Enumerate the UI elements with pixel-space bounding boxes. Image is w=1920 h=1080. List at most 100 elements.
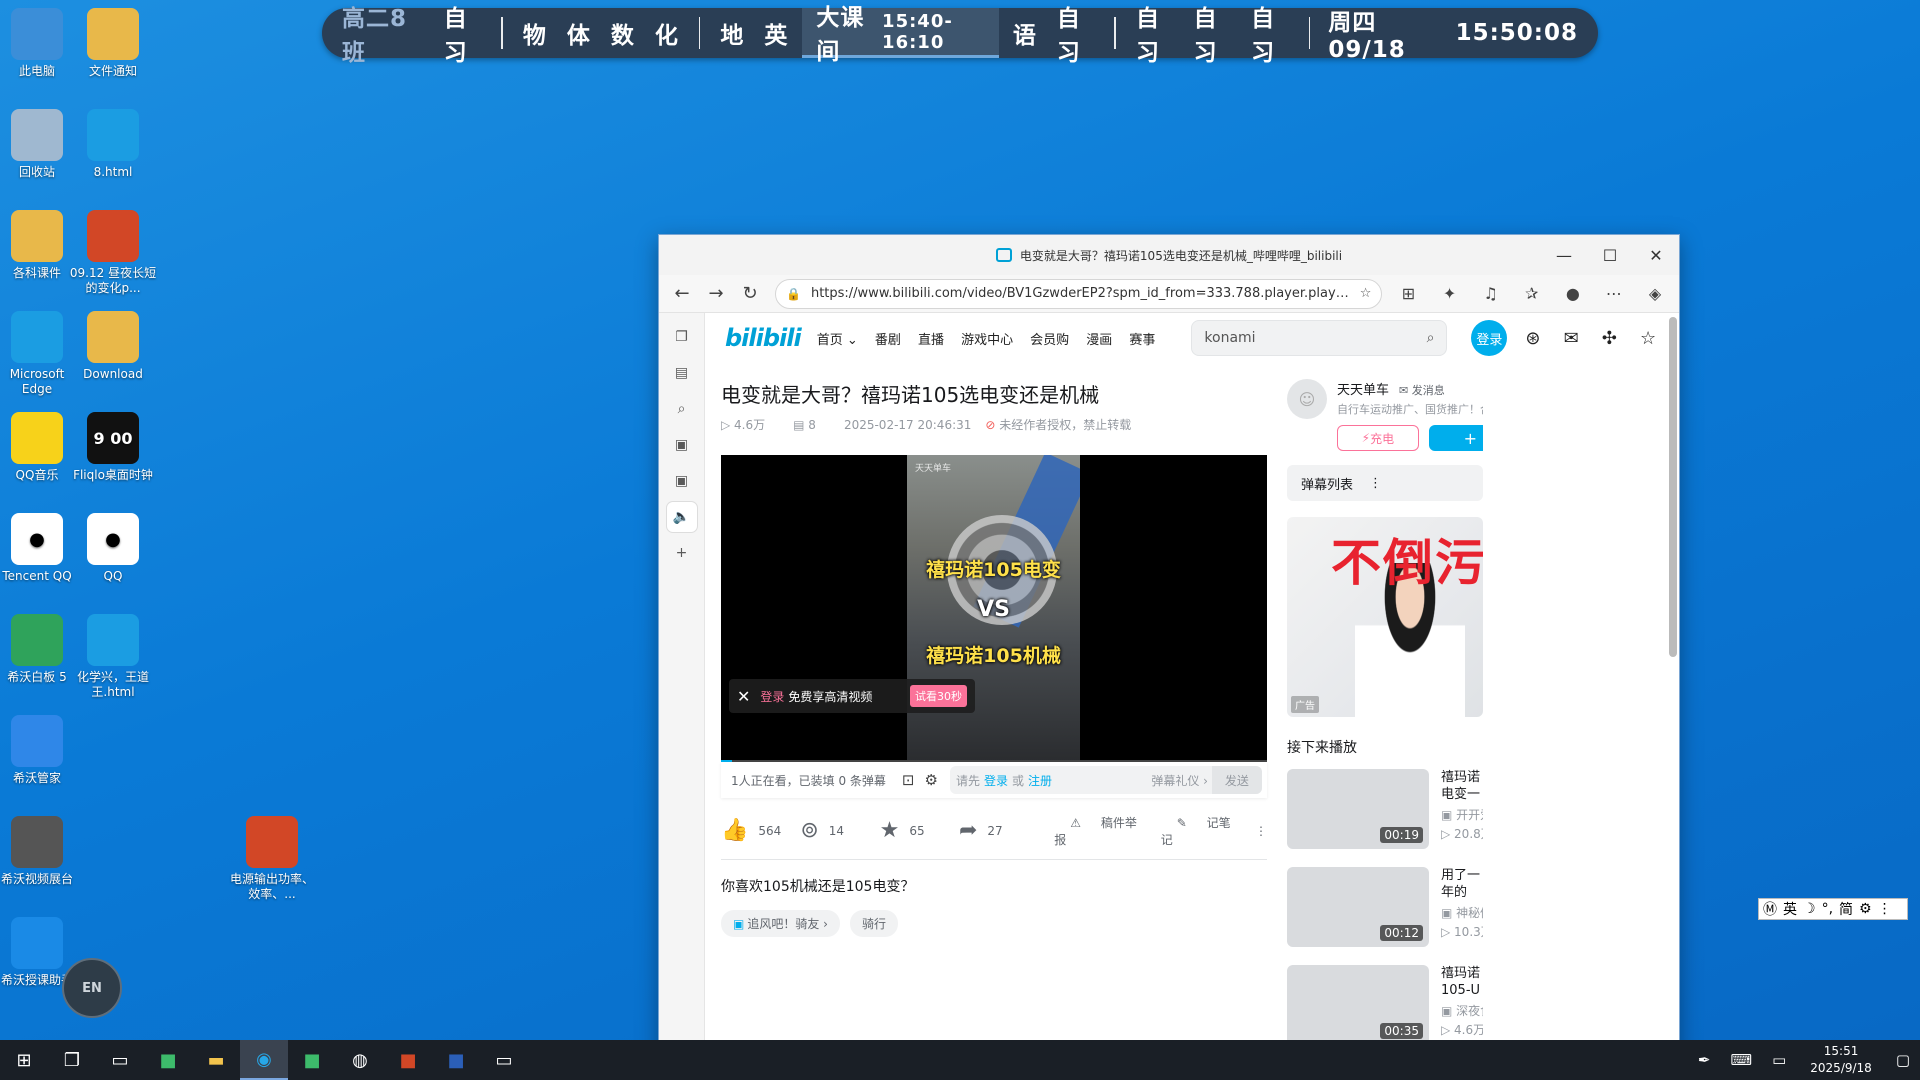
recommended-title[interactable]: 用了一年的1(废 (1441, 867, 1483, 901)
desktop-icon[interactable]: Download (69, 311, 157, 382)
word-app-icon[interactable]: ■ (432, 1040, 480, 1080)
copilot-icon[interactable]: ◈ (1637, 284, 1673, 303)
desktop-icon[interactable]: 09.12 昼夜长短的变化p... (69, 210, 157, 296)
start-windows-icon[interactable]: ⊞ (0, 1040, 48, 1080)
ime-more-icon[interactable]: ⋮ (1878, 901, 1892, 917)
page-scrollbar[interactable] (1669, 317, 1677, 657)
note-button[interactable]: ✎ 记笔记 (1161, 814, 1239, 848)
file-explorer-icon[interactable]: ▬ (192, 1040, 240, 1080)
tag-cycling[interactable]: 骑行 (849, 910, 898, 937)
pen-icon[interactable]: ✒ (1698, 1051, 1711, 1069)
profile-avatar-icon[interactable]: ● (1555, 284, 1591, 303)
more-menu-icon[interactable]: ⋯ (1596, 284, 1632, 303)
recommended-video[interactable]: 00:19 禧玛诺电变一 ▣ 开开爱玩车 ▷ 20.8万 (1287, 769, 1483, 849)
uploader-avatar[interactable]: ☺ (1287, 379, 1327, 419)
browser-title-bar[interactable]: 电变就是大哥？禧玛诺105选电变还是机械_哔哩哔哩_bilibili — ☐ ✕ (659, 235, 1679, 275)
progress-bar[interactable] (721, 760, 1267, 762)
recommended-title[interactable]: 禧玛诺电变一 (1441, 769, 1483, 803)
desktop-icon[interactable]: 希沃管家 (0, 715, 81, 786)
nav-esports[interactable]: 赛事 (1129, 333, 1155, 348)
ime-settings-icon[interactable]: ⚙ (1859, 901, 1872, 917)
video-thumbnail[interactable]: 00:35 (1287, 965, 1429, 1045)
recommended-video[interactable]: 00:35 禧玛诺105-U对比 ▣ 深夜食堂小 ▷ 4.6万 (1287, 965, 1483, 1045)
more-actions-icon[interactable]: ⋮ (1255, 824, 1267, 838)
speaker-icon[interactable]: 🔈 (666, 502, 697, 532)
easinote-app-icon-2[interactable]: ■ (288, 1040, 336, 1080)
danmaku-etiquette-link[interactable]: 弹幕礼仪 › (1151, 772, 1208, 789)
ime-moon-icon[interactable]: ☽ (1803, 901, 1816, 917)
camera-app-icon[interactable]: ▭ (96, 1040, 144, 1080)
close-button[interactable]: ✕ (1633, 235, 1679, 275)
favorites-icon[interactable]: ✰ (1514, 284, 1550, 303)
video-thumbnail[interactable]: 00:12 (1287, 867, 1429, 947)
favorite-star-icon[interactable]: ☆ (1360, 286, 1372, 301)
desktop-icon[interactable]: 化学兴，王道王.html (69, 614, 157, 700)
nav-live[interactable]: 直播 (918, 333, 944, 348)
add-sidebar-icon[interactable]: + (667, 538, 697, 568)
notification-icon[interactable]: ▢ (1896, 1051, 1910, 1069)
send-message-link[interactable]: ✉ 发消息 (1399, 384, 1445, 397)
address-bar[interactable]: 🔒 https://www.bilibili.com/video/BV1Gzwd… (775, 278, 1383, 309)
task-view-icon[interactable]: ❐ (48, 1040, 96, 1080)
nav-manga[interactable]: 漫画 (1086, 333, 1112, 348)
recommended-video[interactable]: 00:12 用了一年的1(废 ▣ 神秘修车员 ▷ 10.3万 (1287, 867, 1483, 947)
bilibili-logo[interactable]: bilibili (725, 324, 802, 352)
danmaku-toggle-icon[interactable]: ⊡ (902, 771, 915, 789)
back-icon[interactable]: ← (665, 279, 699, 309)
lock-icon[interactable]: 🔒 (786, 287, 801, 301)
uploader-name[interactable]: 天天单车 (1337, 383, 1389, 398)
message-icon[interactable]: ✉ (1564, 328, 1579, 349)
danmaku-settings-icon[interactable]: ⚙ (924, 771, 937, 789)
recommended-title[interactable]: 禧玛诺105-U对比 (1441, 965, 1483, 999)
camera-app-icon-2[interactable]: ▭ (480, 1040, 528, 1080)
video-player[interactable]: 天天单车 禧玛诺105电变 VS 禧玛诺105机械 ✕ 登录 免费享高清视频 试… (721, 455, 1267, 762)
qq-app-icon[interactable]: ◍ (336, 1040, 384, 1080)
send-danmaku-button[interactable]: 发送 (1211, 766, 1262, 794)
favorites-header-icon[interactable]: ☆ (1640, 328, 1656, 349)
bilibili-tv-icon-2[interactable]: ▣ (667, 466, 697, 496)
search-sidebar-icon[interactable]: ⌕ (667, 394, 697, 424)
bilibili-tv-icon[interactable]: ▣ (667, 430, 697, 460)
ime-punct-icon[interactable]: °, (1822, 901, 1833, 917)
danmaku-list-more-icon[interactable]: ⋮ (1369, 476, 1382, 491)
coin-button[interactable]: ⊚ 14 (800, 818, 879, 843)
danmaku-login-link[interactable]: 登录 (984, 772, 1008, 789)
desktop-icon[interactable]: 9 00 Fliqlo桌面时钟 (69, 412, 157, 483)
charge-button[interactable]: ⚡ 充电 (1337, 425, 1419, 451)
touch-keyboard-icon[interactable]: ⌨ (1730, 1051, 1752, 1069)
nav-anime[interactable]: 番剧 (875, 333, 901, 348)
easinote-app-icon[interactable]: ■ (144, 1040, 192, 1080)
desktop-icon[interactable]: 8.html (69, 109, 157, 180)
url-text[interactable]: https://www.bilibili.com/video/BV1Gzwder… (811, 286, 1352, 301)
login-avatar-button[interactable]: 登录 (1471, 320, 1508, 356)
try-30s-button[interactable]: 试看30秒 (910, 685, 967, 707)
nav-game-center[interactable]: 游戏中心 (961, 333, 1013, 348)
desktop-icon[interactable]: 电源输出功率、效率、... (228, 816, 316, 902)
music-extension-icon[interactable]: ♫ (1473, 284, 1509, 303)
puzzle-extensions-icon[interactable]: ✦ (1432, 284, 1468, 303)
dynamics-icon[interactable]: ✣ (1602, 328, 1617, 349)
favorite-button[interactable]: ★ 65 (880, 818, 959, 843)
ime-script-mode[interactable]: 简 (1839, 899, 1853, 919)
close-toast-icon[interactable]: ✕ (737, 687, 750, 706)
follow-button[interactable]: + (1428, 425, 1483, 451)
ime-language-mode[interactable]: 英 (1783, 899, 1797, 919)
report-button[interactable]: ⚠ 稿件举报 (1054, 814, 1144, 848)
ime-logo-icon[interactable]: Ⓜ (1763, 899, 1777, 919)
pdf-icon[interactable]: ▤ (667, 358, 697, 388)
extension-icon[interactable]: ⊞ (1390, 284, 1426, 303)
taskbar-clock[interactable]: 15:51 2025/9/18 (1810, 1043, 1872, 1077)
recommended-author[interactable]: ▣ 开开爱玩车 (1441, 806, 1483, 823)
maximize-button[interactable]: ☐ (1587, 235, 1633, 275)
search-query[interactable]: konami (1204, 330, 1426, 346)
vip-icon[interactable]: ⊛ (1525, 328, 1540, 349)
share-button[interactable]: ➦ 27 (959, 818, 1038, 843)
like-button[interactable]: 👍 564 (721, 818, 800, 843)
easinote-float-button[interactable]: EN (62, 958, 122, 1018)
desktop-icon[interactable]: ● QQ (69, 513, 157, 584)
powerpoint-app-icon[interactable]: ■ (384, 1040, 432, 1080)
refresh-icon[interactable]: ↻ (733, 279, 767, 309)
edge-app-icon[interactable]: ◉ (240, 1040, 288, 1080)
recommended-author[interactable]: ▣ 神秘修车员 (1441, 904, 1483, 921)
display-icon[interactable]: ▭ (1772, 1051, 1786, 1069)
